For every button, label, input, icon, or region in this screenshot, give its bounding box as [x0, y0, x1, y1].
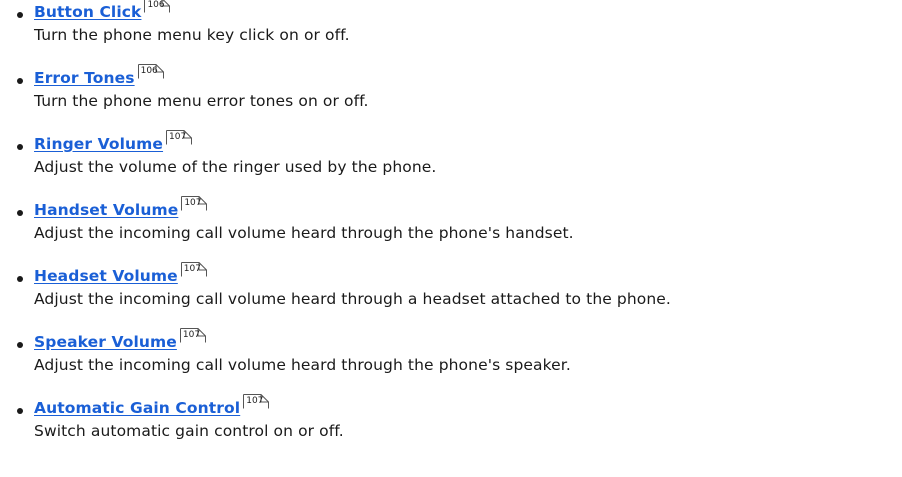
page-number: 106 [147, 0, 165, 10]
link-handset-volume[interactable]: Handset Volume [34, 201, 178, 219]
bullet [17, 276, 23, 282]
page-reference[interactable]: 107 [179, 328, 206, 343]
link-speaker-volume[interactable]: Speaker Volume [34, 333, 177, 351]
item-description: Turn the phone menu key click on or off. [34, 26, 350, 44]
link-ringer-volume[interactable]: Ringer Volume [34, 135, 163, 153]
item-description: Adjust the volume of the ringer used by … [34, 158, 437, 176]
item-title-line: Handset Volume 107 [34, 196, 208, 224]
bullet [17, 342, 23, 348]
link-automatic-gain-control[interactable]: Automatic Gain Control [34, 399, 240, 417]
bullet [17, 144, 23, 150]
page-number: 107 [169, 132, 187, 142]
bullet [17, 78, 23, 84]
bullet [17, 210, 23, 216]
item-description: Adjust the incoming call volume heard th… [34, 290, 671, 308]
page-reference[interactable]: 106 [137, 64, 164, 79]
page-number: 107 [246, 396, 264, 406]
item-title-line: Speaker Volume 107 [34, 328, 206, 356]
page-reference[interactable]: 107 [166, 130, 193, 145]
item-description: Adjust the incoming call volume heard th… [34, 224, 574, 242]
page-number: 107 [184, 198, 202, 208]
item-title-line: Headset Volume 107 [34, 262, 207, 290]
item-title-line: Automatic Gain Control 107 [34, 394, 270, 422]
page-reference[interactable]: 107 [243, 394, 270, 409]
item-title-line: Error Tones 106 [34, 64, 164, 92]
link-error-tones[interactable]: Error Tones [34, 69, 135, 87]
page-number: 107 [183, 264, 201, 274]
page-number: 107 [182, 330, 201, 340]
page-reference[interactable]: 106 [144, 0, 171, 13]
link-button-click[interactable]: Button Click [34, 3, 141, 21]
link-headset-volume[interactable]: Headset Volume [34, 267, 178, 285]
item-description: Adjust the incoming call volume heard th… [34, 356, 571, 374]
bullet [17, 12, 23, 18]
item-title-line: Ringer Volume 107 [34, 130, 193, 158]
page-reference[interactable]: 107 [181, 196, 208, 211]
page-reference[interactable]: 107 [180, 262, 207, 277]
bullet [17, 408, 23, 414]
item-description: Switch automatic gain control on or off. [34, 422, 344, 440]
item-description: Turn the phone menu error tones on or of… [34, 92, 369, 110]
item-title-line: Button Click 106 [34, 0, 171, 26]
page-number: 106 [140, 66, 158, 76]
